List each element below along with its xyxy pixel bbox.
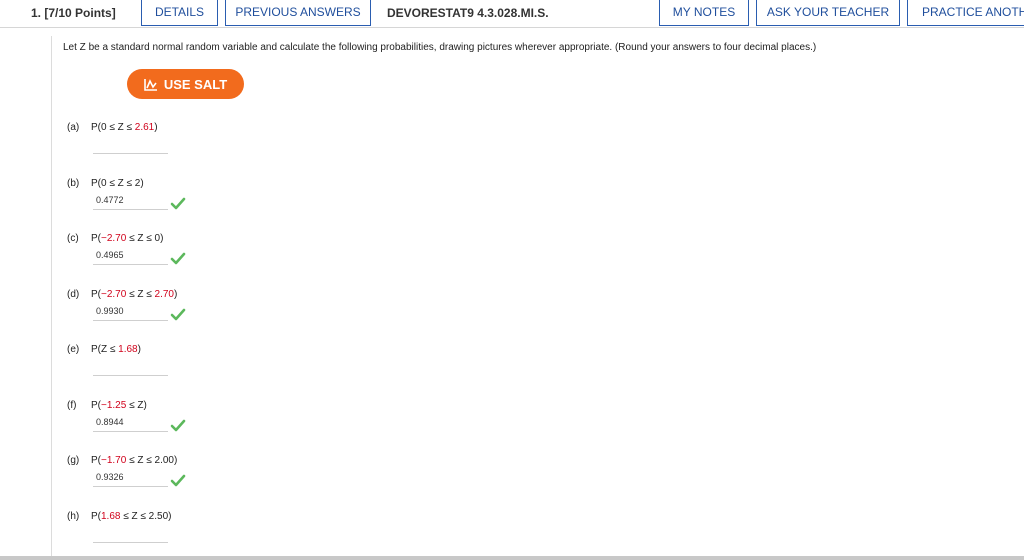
part-expression: ≤ Z ≤ 2.50) — [120, 511, 172, 522]
part-expression: ≤ Z ≤ — [126, 289, 155, 300]
part-value: 1.68 — [118, 344, 138, 355]
answer-input[interactable] — [93, 137, 168, 154]
part-expression: P( — [91, 455, 101, 466]
question-prompt: Let Z be a standard normal random variab… — [63, 42, 817, 53]
part-value: −2.70 — [101, 289, 127, 300]
part-expression: ≤ Z ≤ 2.00) — [126, 455, 178, 466]
correct-check-icon — [170, 474, 186, 487]
part-f-label: (f) P(−1.25 ≤ Z) — [67, 400, 147, 411]
part-d-label: (d) P(−2.70 ≤ Z ≤ 2.70) — [67, 289, 177, 300]
answer-input[interactable] — [93, 526, 168, 543]
correct-check-icon — [170, 419, 186, 432]
part-value: 1.68 — [101, 511, 121, 522]
use-salt-label: USE SALT — [163, 76, 228, 92]
my-notes-button[interactable]: MY NOTES — [659, 0, 749, 26]
part-letter: (c) — [67, 233, 79, 244]
question-number: 1. [7/10 Points] — [31, 6, 116, 20]
part-expression: P( — [91, 289, 101, 300]
part-b-label: (b) P(0 ≤ Z ≤ 2) — [67, 178, 144, 189]
question-body — [51, 36, 1024, 560]
part-expression: ≤ Z ≤ 0) — [126, 233, 164, 244]
part-letter: (g) — [67, 455, 80, 466]
practice-another-button[interactable]: PRACTICE ANOTH — [907, 0, 1024, 26]
page-bottom-border — [0, 556, 1024, 560]
part-letter: (d) — [67, 289, 80, 300]
part-a-label: (a) P(0 ≤ Z ≤ 2.61) — [67, 122, 158, 133]
salt-chart-icon — [144, 78, 157, 91]
ask-teacher-button[interactable]: ASK YOUR TEACHER — [756, 0, 900, 26]
part-expression: P(0 ≤ Z ≤ 2) — [91, 178, 144, 189]
answer-input[interactable]: 0.4772 — [93, 193, 168, 210]
assignment-code: DEVORESTAT9 4.3.028.MI.S. — [387, 6, 549, 20]
answer-input[interactable] — [93, 359, 168, 376]
part-letter: (b) — [67, 178, 80, 189]
part-expression: ) — [154, 122, 158, 133]
part-value: 2.70 — [154, 289, 174, 300]
part-expression: P(0 ≤ Z ≤ — [91, 122, 135, 133]
part-expression: P( — [91, 511, 101, 522]
correct-check-icon — [170, 252, 186, 265]
part-expression: ) — [173, 289, 178, 300]
part-letter: (f) — [67, 400, 77, 411]
answer-input[interactable]: 0.4965 — [93, 248, 168, 265]
part-expression: P(Z ≤ — [91, 344, 119, 355]
part-expression: ≤ Z) — [126, 400, 147, 411]
part-expression: ) — [137, 344, 141, 355]
part-h-label: (h) P(1.68 ≤ Z ≤ 2.50) — [67, 511, 171, 522]
part-c-label: (c) P(−2.70 ≤ Z ≤ 0) — [67, 233, 163, 244]
answer-input[interactable]: 0.9326 — [93, 470, 168, 487]
part-letter: (e) — [67, 344, 80, 355]
answer-input[interactable]: 0.9930 — [93, 304, 168, 321]
part-value: −1.70 — [101, 455, 127, 466]
question-header: 1. [7/10 Points] DETAILS PREVIOUS ANSWER… — [0, 0, 1024, 28]
part-expression: P( — [91, 233, 101, 244]
previous-answers-button[interactable]: PREVIOUS ANSWERS — [225, 0, 371, 26]
correct-check-icon — [170, 197, 186, 210]
correct-check-icon — [170, 308, 186, 321]
details-button[interactable]: DETAILS — [141, 0, 218, 26]
part-value: 2.61 — [134, 122, 155, 133]
part-value: −2.70 — [101, 233, 127, 244]
part-value: −1.25 — [101, 400, 127, 411]
part-letter: (h) — [67, 511, 80, 522]
part-e-label: (e) P(Z ≤ 1.68) — [67, 344, 141, 355]
part-letter: (a) — [67, 122, 80, 133]
part-g-label: (g) P(−1.70 ≤ Z ≤ 2.00) — [67, 455, 177, 466]
answer-input[interactable]: 0.8944 — [93, 415, 168, 432]
part-expression: P( — [91, 400, 101, 411]
use-salt-button[interactable]: USE SALT — [127, 69, 244, 99]
